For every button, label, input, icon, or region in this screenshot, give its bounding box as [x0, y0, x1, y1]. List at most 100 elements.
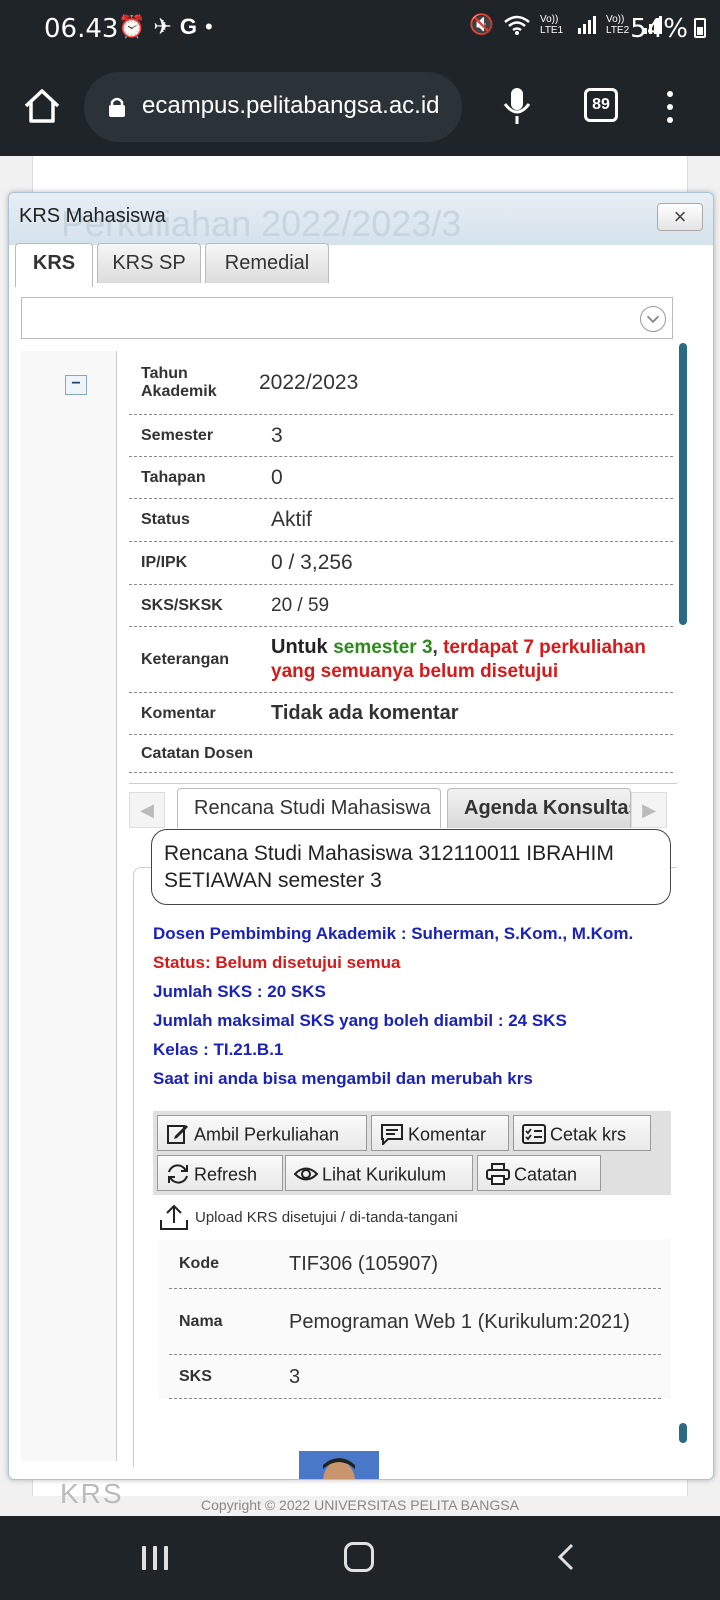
course-value: 3 [289, 1365, 301, 1388]
scrollbar-thumb-bottom[interactable] [679, 1423, 687, 1443]
google-icon: G [179, 14, 205, 39]
home-icon[interactable] [22, 86, 62, 126]
clock: 06.43 [44, 14, 119, 44]
info-value [271, 750, 673, 758]
info-key: Tahun Akademik [141, 364, 217, 400]
study-plan-heading: Rencana Studi Mahasiswa 312110011 IBRAHI… [151, 829, 671, 905]
info-row-sks: SKS/SKSK 20 / 59 [129, 585, 673, 627]
info-value: Untuk semester 3, terdapat 7 perkuliahan… [271, 631, 673, 688]
study-plan-notes: Dosen Pembimbing Akademik : Suherman, S.… [153, 923, 673, 1097]
close-button[interactable]: × [657, 203, 703, 231]
course-row-kode: Kode TIF306 (105907) [169, 1239, 661, 1289]
cetak-krs-button[interactable]: Cetak krs [513, 1115, 651, 1151]
checklist-icon [522, 1124, 546, 1145]
upload-krs-link[interactable]: Upload KRS disetujui / di-tanda-tangani [159, 1203, 458, 1231]
eye-icon [294, 1167, 318, 1181]
tab-agenda-konsultasi[interactable]: Agenda Konsultasi [447, 788, 631, 828]
period-select[interactable] [21, 297, 673, 339]
upload-icon [160, 1204, 188, 1230]
scrollbar-thumb[interactable] [679, 343, 687, 625]
browser-menu-icon[interactable] [664, 88, 676, 124]
keterangan-prefix: Untuk [271, 636, 334, 658]
scrollbar[interactable] [679, 343, 687, 1443]
lihat-kurikulum-button[interactable]: Lihat Kurikulum [285, 1155, 473, 1191]
info-value: 0 [271, 465, 283, 489]
copyright-footer: Copyright © 2022 UNIVERSITAS PELITA BANG… [201, 1497, 519, 1513]
course-key: SKS [179, 1367, 212, 1385]
alarm-icon: ⏰ [118, 14, 154, 39]
browser-toolbar: ecampus.pelitabangsa.ac.id 89 [0, 58, 720, 156]
krs-tabs: KRS KRS SP Remedial [15, 243, 707, 287]
note-max-sks: Jumlah maksimal SKS yang boleh diambil :… [153, 1011, 567, 1030]
tab-rencana-studi[interactable]: Rencana Studi Mahasiswa [177, 788, 441, 828]
info-key: Catatan Dosen [141, 744, 254, 762]
lte1-signal-icon [578, 15, 596, 34]
info-value: Aktif [271, 508, 312, 531]
info-key: Komentar [141, 704, 216, 722]
notification-icons: ⏰✈G• [118, 14, 221, 40]
dot-icon: • [204, 14, 221, 39]
info-row-tahapan: Tahapan 0 [129, 457, 673, 499]
refresh-icon [168, 1164, 188, 1184]
info-key: Semester [141, 426, 214, 444]
address-bar[interactable]: ecampus.pelitabangsa.ac.id [84, 72, 462, 142]
info-value: 0 / 3,256 [271, 551, 353, 574]
tab-krs-sp[interactable]: KRS SP [97, 243, 201, 283]
button-label: Catatan [514, 1164, 578, 1185]
tab-scroll-right-icon[interactable]: ▶ [631, 792, 667, 828]
collapse-button[interactable]: − [65, 375, 87, 395]
tab-krs[interactable]: KRS [15, 243, 93, 287]
catatan-button[interactable]: Catatan [477, 1155, 601, 1191]
info-key: Keterangan [141, 650, 230, 668]
course-row-nama: Nama Pemograman Web 1 (Kurikulum:2021) [169, 1289, 661, 1355]
info-key: Tahapan [141, 468, 206, 486]
lte1-label: Vo)) LTE1 [540, 13, 564, 36]
info-value: 20 / 59 [271, 594, 330, 616]
recent-apps-icon[interactable] [142, 1546, 170, 1570]
button-label: Komentar [408, 1124, 487, 1145]
krs-toolbar: Ambil Perkuliahan Komentar Cetak krs Ref… [153, 1111, 671, 1195]
dialog-titlebar[interactable]: Perkuliahan 2022/2023/3 KRS Mahasiswa × [9, 193, 713, 245]
home-nav-icon[interactable] [344, 1542, 374, 1572]
tab-switcher-button[interactable]: 89 [584, 88, 618, 122]
telegram-icon: ✈ [153, 14, 180, 39]
note-jumlah-sks: Jumlah SKS : 20 SKS [153, 982, 326, 1001]
status-bar: 06.43 ⏰✈G• 🔇 Vo)) LTE1 Vo)) LTE2 54% [0, 0, 720, 58]
note-edit-allowed: Saat ini anda bisa mengambil dan merubah… [153, 1069, 533, 1088]
battery-percent: 54% [630, 14, 688, 44]
left-pane: − [21, 351, 117, 1461]
course-value: TIF306 (105907) [289, 1252, 438, 1275]
info-value: 3 [271, 423, 283, 447]
tab-scroll-left-icon[interactable]: ◀ [129, 792, 165, 828]
lock-icon [109, 97, 125, 117]
info-key: Status [141, 511, 190, 528]
info-key: SKS/SKSK [141, 596, 223, 614]
edit-icon [167, 1125, 188, 1145]
printer-icon [486, 1163, 510, 1186]
komentar-button[interactable]: Komentar [371, 1115, 509, 1151]
comment-icon [381, 1124, 403, 1146]
button-label: Lihat Kurikulum [322, 1164, 447, 1185]
keterangan-semester: semester 3 [333, 637, 433, 658]
course-key: Kode [179, 1254, 219, 1272]
upload-label: Upload KRS disetujui / di-tanda-tangani [195, 1208, 458, 1226]
ambil-perkuliahan-button[interactable]: Ambil Perkuliahan [157, 1115, 367, 1151]
course-row-sks: SKS 3 [169, 1355, 661, 1399]
info-row-tahun: Tahun Akademik 2022/2023 [129, 351, 673, 415]
krs-info-table: Tahun Akademik 2022/2023 Semester 3 Taha… [129, 351, 673, 773]
refresh-button[interactable]: Refresh [157, 1155, 283, 1191]
tab-remedial[interactable]: Remedial [205, 243, 329, 283]
course-key: Nama [179, 1312, 223, 1330]
lecturer-photo [299, 1451, 379, 1479]
button-label: Refresh [194, 1164, 258, 1185]
info-row-catatan: Catatan Dosen [129, 735, 673, 773]
info-row-ipk: IP/IPK 0 / 3,256 [129, 542, 673, 585]
url-text: ecampus.pelitabangsa.ac.id [142, 92, 440, 119]
microphone-icon[interactable] [502, 86, 532, 126]
back-icon[interactable] [552, 1542, 582, 1572]
course-card: Kode TIF306 (105907) Nama Pemograman Web… [159, 1239, 671, 1479]
chevron-down-icon[interactable] [640, 306, 666, 332]
note-status: Status: Belum disetujui semua [153, 953, 401, 972]
info-row-keterangan: Keterangan Untuk semester 3, terdapat 7 … [129, 627, 673, 693]
info-row-status: Status Aktif [129, 499, 673, 542]
